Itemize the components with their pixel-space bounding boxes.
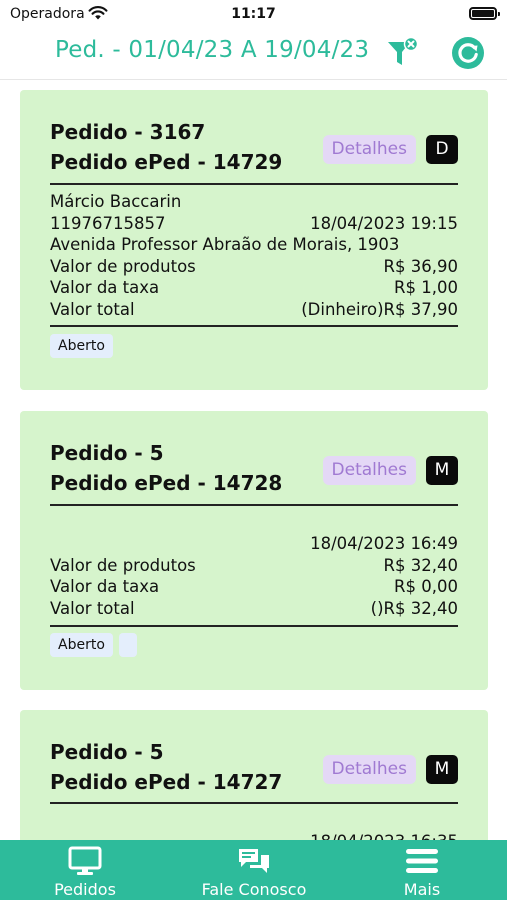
tab-pedidos[interactable]: Pedidos [20, 840, 150, 900]
status-tags: Aberto [50, 334, 113, 358]
order-datetime: 18/04/2023 16:49 [310, 534, 458, 553]
fee-label: Valor da taxa [50, 278, 160, 297]
tab-label: Fale Conosco [201, 880, 307, 899]
divider [50, 504, 458, 506]
fee-value: R$ 0,00 [394, 577, 458, 596]
clock-label: 11:17 [231, 6, 276, 22]
divider [50, 183, 458, 185]
order-datetime: 18/04/2023 16:35 [310, 831, 458, 840]
total-label: Valor total [50, 299, 135, 319]
details-button[interactable]: Detalhes [322, 755, 416, 784]
orders-list[interactable]: Pedido - 3167 Pedido ePed - 14729 Detalh… [0, 80, 507, 840]
divider [50, 802, 458, 804]
order-type-badge: M [426, 755, 458, 784]
chat-icon [239, 849, 269, 873]
order-card[interactable]: Pedido - 3167 Pedido ePed - 14729 Detalh… [20, 90, 488, 390]
tab-fale-conosco[interactable]: Fale Conosco [184, 840, 324, 900]
order-type-badge: D [426, 135, 458, 164]
order-info: 18/04/2023 16:35 [50, 831, 458, 840]
page-title: Ped. - 01/04/23 A 19/04/23 [55, 37, 370, 63]
details-button[interactable]: Detalhes [322, 135, 416, 164]
tab-mais[interactable]: Mais [362, 840, 482, 900]
divider [50, 625, 458, 627]
tab-bar: Pedidos Fale Conosco Mais [0, 840, 507, 900]
status-tags: Aberto [50, 633, 137, 657]
fee-value: R$ 1,00 [394, 278, 458, 297]
total-value: ()R$ 32,40 [370, 598, 458, 618]
refresh-icon [458, 43, 478, 63]
eped-order-number: Pedido ePed - 14729 [50, 150, 283, 174]
customer-address: Avenida Professor Abraão de Morais, 1903 [50, 235, 400, 254]
order-number: Pedido - 5 [50, 441, 164, 465]
fee-label: Valor da taxa [50, 577, 160, 596]
order-number: Pedido - 5 [50, 740, 164, 764]
status-bar: Operadora 11:17 [0, 0, 507, 28]
order-number: Pedido - 3167 [50, 120, 206, 144]
total-value: (Dinheiro)R$ 37,90 [301, 299, 458, 319]
eped-order-number: Pedido ePed - 14728 [50, 471, 283, 495]
order-card[interactable]: Pedido - 5 Pedido ePed - 14727 Detalhes … [20, 710, 488, 840]
status-badge: Aberto [50, 633, 113, 657]
products-value-label: Valor de produtos [50, 256, 196, 276]
menu-icon [406, 849, 438, 873]
header-bar: Ped. - 01/04/23 A 19/04/23 [0, 28, 507, 80]
products-value: R$ 36,90 [383, 256, 458, 276]
divider [50, 325, 458, 327]
details-button[interactable]: Detalhes [322, 456, 416, 485]
battery-icon [469, 7, 500, 20]
customer-name: Márcio Baccarin [50, 192, 182, 211]
status-badge: Aberto [50, 334, 113, 358]
order-card[interactable]: Pedido - 5 Pedido ePed - 14728 Detalhes … [20, 411, 488, 690]
products-value-label: Valor de produtos [50, 555, 196, 575]
filter-clear-icon[interactable] [384, 36, 420, 70]
order-type-badge: M [426, 456, 458, 485]
order-datetime: 18/04/2023 19:15 [310, 213, 458, 233]
customer-phone: 11976715857 [50, 213, 166, 233]
eped-order-number: Pedido ePed - 14727 [50, 770, 283, 794]
tab-label: Mais [403, 880, 441, 899]
total-label: Valor total [50, 598, 135, 618]
empty-tag [118, 633, 137, 657]
order-info: 18/04/2023 16:49 Valor de produtos R$ 32,… [50, 533, 458, 619]
monitor-icon [68, 846, 102, 875]
refresh-button[interactable] [452, 37, 484, 69]
order-info: Márcio Baccarin 11976715857 18/04/2023 19… [50, 191, 458, 320]
tab-label: Pedidos [54, 880, 116, 899]
products-value: R$ 32,40 [383, 555, 458, 575]
